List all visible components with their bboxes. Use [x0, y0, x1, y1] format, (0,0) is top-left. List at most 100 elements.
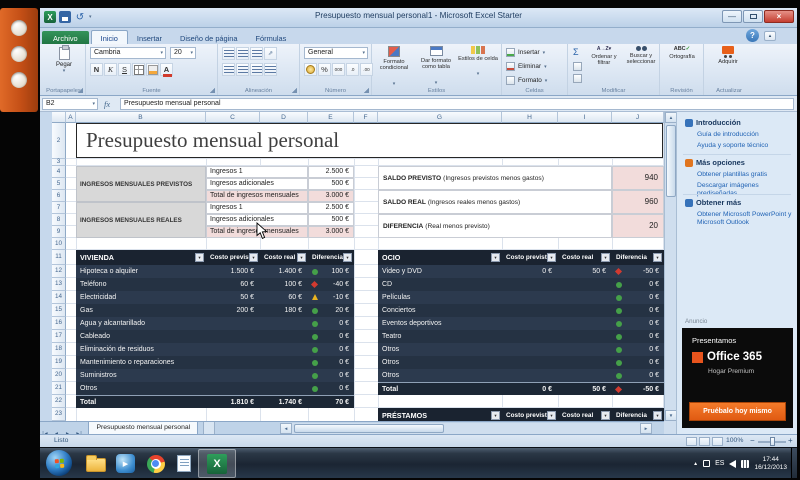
column-header-corner[interactable]	[52, 112, 66, 123]
row-header-6[interactable]: 6	[52, 190, 66, 202]
minimize-button[interactable]: —	[722, 10, 742, 23]
filter-dropdown-icon[interactable]: ▾	[297, 253, 306, 262]
filter-dropdown-icon[interactable]: ▾	[343, 253, 352, 262]
row-header-14[interactable]: 14	[52, 291, 66, 304]
vivienda-cell-diferencia[interactable]: 0 €	[308, 382, 354, 395]
vivienda-cell-previsto[interactable]: 200 €	[206, 304, 260, 317]
ocio-cell-diferencia[interactable]: -50 €	[612, 383, 664, 395]
media-player-taskbar-button[interactable]: ▶	[112, 451, 139, 476]
currency-format-button[interactable]	[304, 63, 317, 76]
row-header-16[interactable]: 16	[52, 317, 66, 330]
ocio-cell-previsto[interactable]	[502, 291, 558, 304]
vivienda-cell-previsto[interactable]	[206, 317, 260, 330]
percent-format-button[interactable]: %	[318, 63, 331, 76]
language-indicator[interactable]: ES	[715, 460, 724, 467]
income-row-label[interactable]: Ingresos 1	[206, 202, 308, 214]
vivienda-cell-real[interactable]	[260, 330, 308, 343]
vivienda-cell-previsto[interactable]	[206, 343, 260, 356]
ocio-cell-real[interactable]: 50 €	[558, 383, 612, 395]
ocio-header-cell[interactable]: Diferencia▾	[612, 250, 664, 265]
vivienda-cell-diferencia[interactable]: 0 €	[308, 343, 354, 356]
align-center-button[interactable]	[236, 63, 249, 76]
vivienda-header-cell[interactable]: VIVIENDA▾	[76, 250, 206, 265]
ocio-cell-diferencia[interactable]: -50 €	[612, 265, 664, 278]
align-left-button[interactable]	[222, 63, 235, 76]
clear-icon[interactable]	[573, 74, 582, 83]
filter-dropdown-icon[interactable]: ▾	[547, 411, 556, 420]
ocio-header-cell[interactable]: Costo previsto▾	[502, 250, 558, 265]
excel-taskbar-button[interactable]: X	[198, 449, 236, 478]
vivienda-cell-real[interactable]: 1.400 €	[260, 265, 308, 278]
vivienda-cell-diferencia[interactable]: 0 €	[308, 330, 354, 343]
chrome-taskbar-button[interactable]	[142, 451, 169, 476]
sheet-title-cell[interactable]: Presupuesto mensual personal	[76, 123, 663, 158]
orientation-button[interactable]: ⇗	[264, 47, 277, 60]
saldo-value-2[interactable]: 20	[612, 214, 664, 238]
align-right-button[interactable]	[250, 63, 263, 76]
normal-view-icon[interactable]	[686, 437, 697, 446]
autosum-icon[interactable]: Σ	[573, 47, 579, 57]
income-row-value[interactable]: 3.000 €	[308, 226, 354, 238]
ocio-cell-previsto[interactable]	[502, 317, 558, 330]
vivienda-header-cell[interactable]: Costo previsto▾	[206, 250, 260, 265]
vivienda-cell-name[interactable]: Mantenimiento o reparaciones	[76, 356, 206, 369]
ocio-cell-name[interactable]: Video y DVD	[378, 265, 502, 278]
saldo-value-1[interactable]: 960	[612, 190, 664, 214]
vivienda-cell-name[interactable]: Electricidad	[76, 291, 206, 304]
filter-dropdown-icon[interactable]: ▾	[653, 411, 662, 420]
vivienda-cell-previsto[interactable]: 1.810 €	[206, 396, 260, 408]
filter-dropdown-icon[interactable]: ▾	[601, 253, 610, 262]
row-header-13[interactable]: 13	[52, 278, 66, 291]
vivienda-cell-diferencia[interactable]: -10 €	[308, 291, 354, 304]
income-row-value[interactable]: 500 €	[308, 214, 354, 226]
ocio-cell-name[interactable]: Películas	[378, 291, 502, 304]
font-size-select[interactable]: 20▾	[170, 47, 196, 59]
vertical-scrollbar[interactable]: ▲ ▼	[664, 112, 676, 421]
ocio-cell-previsto[interactable]: 0 €	[502, 265, 558, 278]
row-header-8[interactable]: 8	[52, 214, 66, 226]
vivienda-cell-diferencia[interactable]: 0 €	[308, 369, 354, 382]
ocio-cell-diferencia[interactable]: 0 €	[612, 343, 664, 356]
bold-button[interactable]: N	[90, 63, 103, 76]
row-header-18[interactable]: 18	[52, 343, 66, 356]
row-header-15[interactable]: 15	[52, 304, 66, 317]
show-desktop-button[interactable]	[791, 448, 797, 478]
format-cells-button[interactable]: Formato▾	[506, 74, 547, 87]
ocio-cell-previsto[interactable]	[502, 343, 558, 356]
vivienda-cell-diferencia[interactable]: 0 €	[308, 356, 354, 369]
pane-link[interactable]: Obtener plantillas gratis	[697, 171, 795, 179]
ocio-cell-diferencia[interactable]: 0 €	[612, 278, 664, 291]
dialog-launcher-icon[interactable]	[363, 87, 369, 93]
prestamos-header-cell[interactable]: Costo real▾	[558, 408, 612, 421]
filter-dropdown-icon[interactable]: ▾	[491, 411, 500, 420]
prestamos-header-cell[interactable]: Diferencia▾	[612, 408, 664, 421]
vivienda-cell-name[interactable]: Otros	[76, 382, 206, 395]
align-top-button[interactable]	[222, 47, 235, 60]
vivienda-cell-real[interactable]	[260, 343, 308, 356]
income-row-value[interactable]: 2.500 €	[308, 166, 354, 178]
ocio-cell-previsto[interactable]	[502, 278, 558, 291]
filter-dropdown-icon[interactable]: ▾	[547, 253, 556, 262]
vivienda-cell-name[interactable]: Hipoteca o alquiler	[76, 265, 206, 278]
income-row-value[interactable]: 2.500 €	[308, 202, 354, 214]
increase-decimal-button[interactable]: .0	[346, 63, 359, 76]
vivienda-cell-real[interactable]: 180 €	[260, 304, 308, 317]
row-header-21[interactable]: 21	[52, 382, 66, 395]
column-header-B[interactable]: B	[76, 112, 206, 123]
column-header-I[interactable]: I	[558, 112, 612, 123]
vivienda-cell-previsto[interactable]: 1.500 €	[206, 265, 260, 278]
column-header-J[interactable]: J	[612, 112, 664, 123]
font-name-select[interactable]: Cambria▾	[90, 47, 166, 59]
ocio-cell-name[interactable]: Otros	[378, 343, 502, 356]
row-header-4[interactable]: 4	[52, 166, 66, 178]
zoom-in-icon[interactable]: +	[788, 436, 793, 445]
pane-link[interactable]: Guía de introducción	[697, 131, 795, 139]
find-select-button[interactable]: Buscar y seleccionar	[624, 46, 658, 84]
conditional-format-button[interactable]: Formato condicional ▾	[374, 46, 414, 84]
filter-dropdown-icon[interactable]: ▾	[653, 253, 662, 262]
spelling-button[interactable]: ABC✓ Ortografía	[662, 46, 702, 84]
ocio-cell-real[interactable]	[558, 369, 612, 382]
vivienda-cell-diferencia[interactable]: 100 €	[308, 265, 354, 278]
vivienda-cell-diferencia[interactable]: 20 €	[308, 304, 354, 317]
row-header-17[interactable]: 17	[52, 330, 66, 343]
